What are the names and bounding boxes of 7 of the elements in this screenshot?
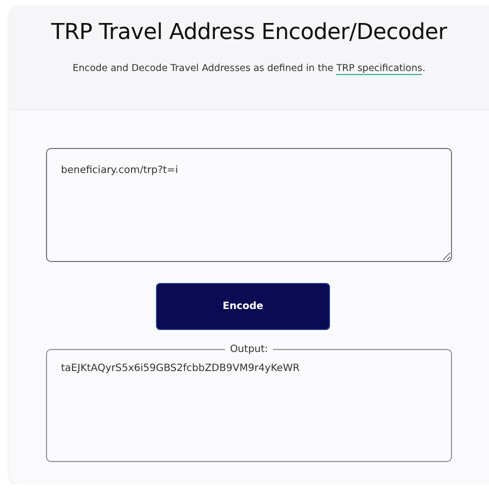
output-text: taEJKtAQyrS5x6i59GBS2fcbbZDB9VM9r4yKeWR [61,363,301,374]
page-title: TRP Travel Address Encoder/Decoder [51,20,447,45]
subtitle-text: Encode and Decode Travel Addresses as defined in the TRP specifications. [72,63,426,74]
encode-button[interactable]: Encode [156,283,330,330]
input-field[interactable]: beneficiary.com/trp?t=i [46,148,452,262]
output-legend: Output: [224,344,274,355]
specifications-link[interactable]: TRP specifications [336,63,422,75]
